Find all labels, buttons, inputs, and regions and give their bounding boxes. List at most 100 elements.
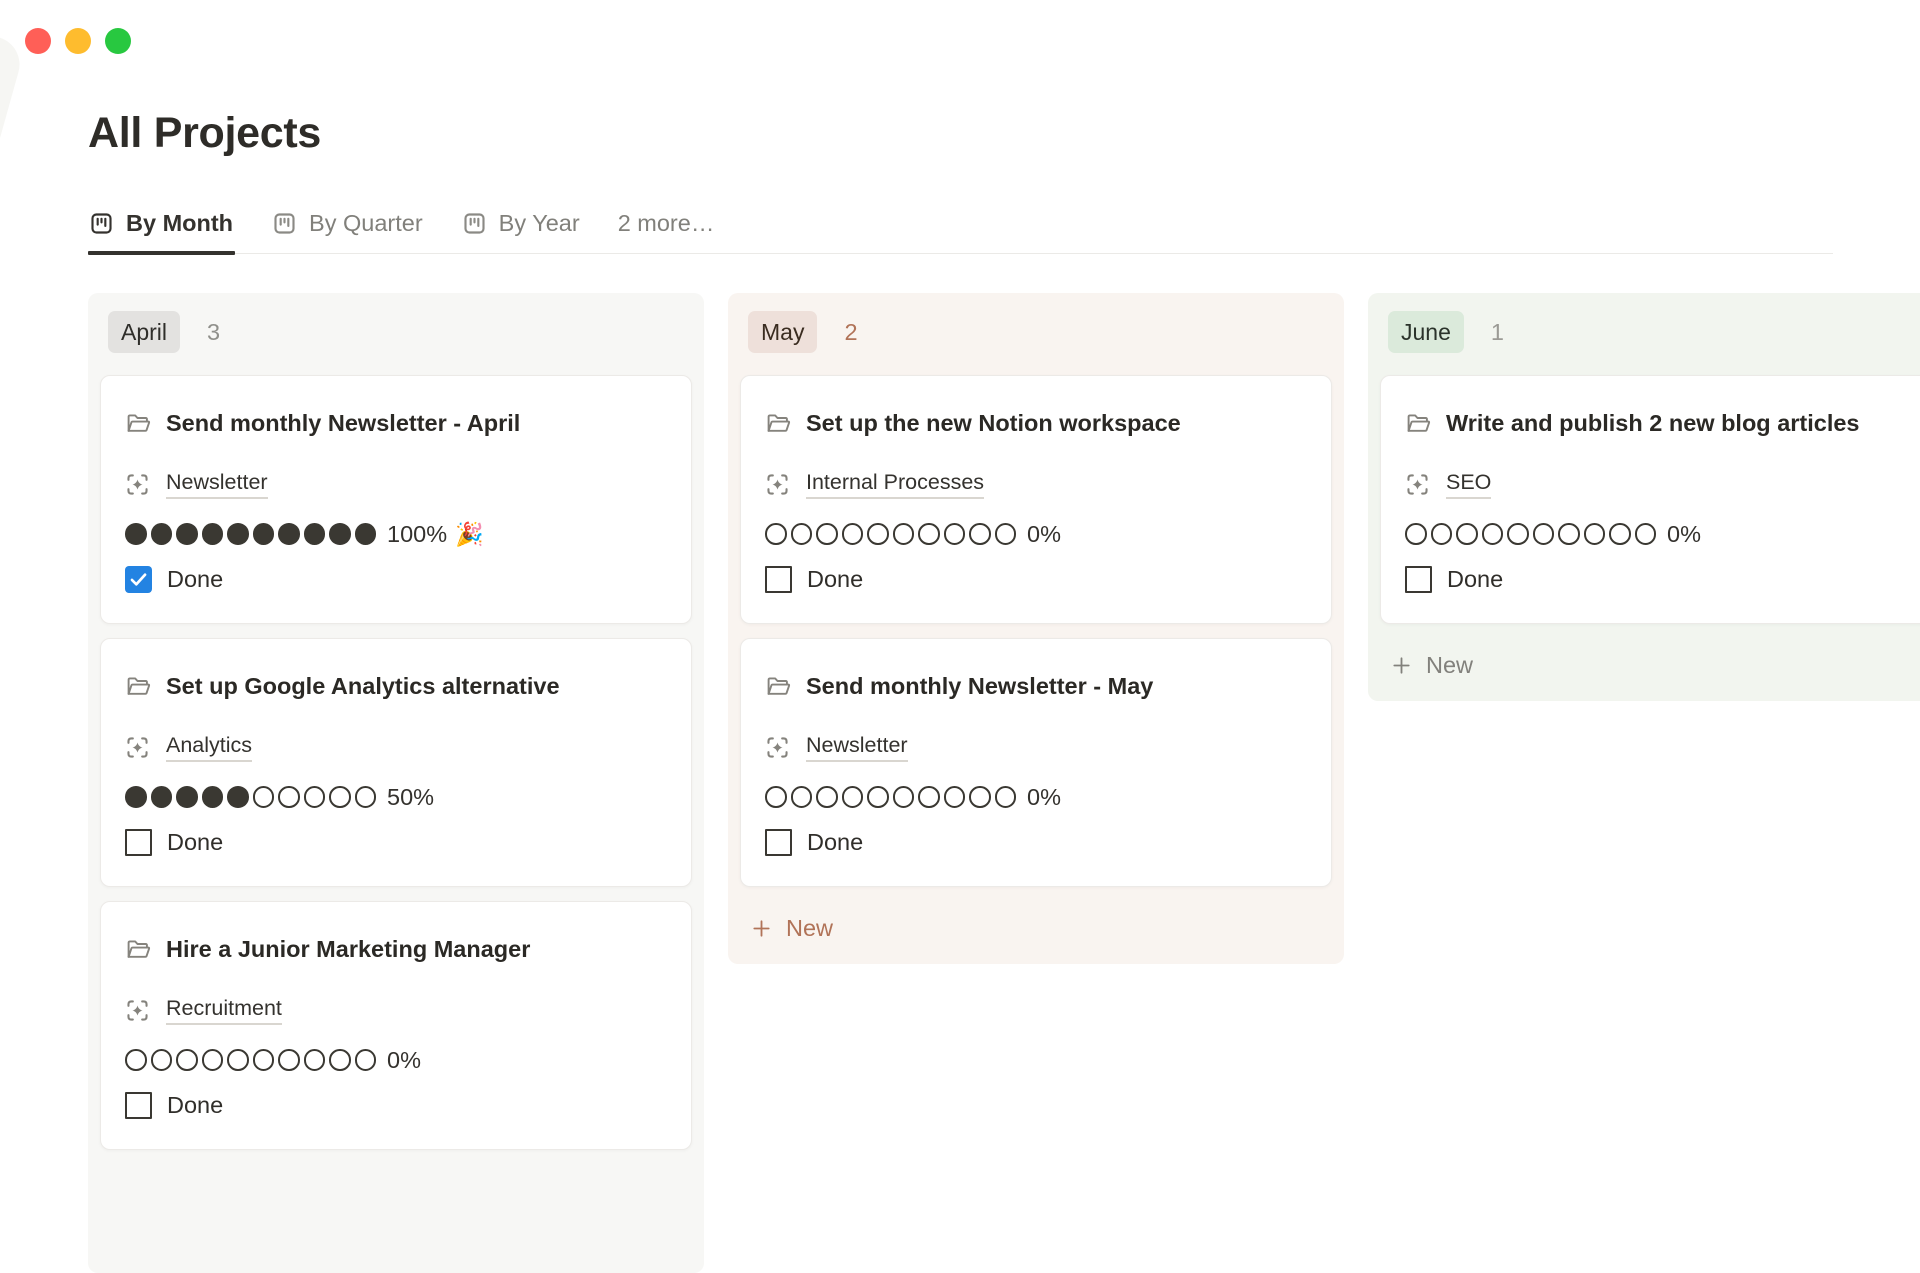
open-folder-icon bbox=[1405, 410, 1432, 437]
progress-dot-empty bbox=[253, 1049, 275, 1071]
progress-dot-empty bbox=[125, 1049, 147, 1071]
progress-percent: 50% bbox=[387, 784, 434, 811]
progress-dot-empty bbox=[1558, 523, 1580, 545]
done-row: Done bbox=[1405, 566, 1920, 593]
progress-dot-empty bbox=[944, 523, 966, 545]
progress-dot-empty bbox=[1482, 523, 1504, 545]
traffic-light-zoom[interactable] bbox=[105, 28, 131, 54]
progress-dot-empty bbox=[816, 786, 838, 808]
column-month-pill[interactable]: May bbox=[748, 311, 817, 353]
project-tag-link[interactable]: Newsletter bbox=[166, 470, 268, 499]
project-tag-link[interactable]: Newsletter bbox=[806, 733, 908, 762]
progress-dot-empty bbox=[867, 523, 889, 545]
open-folder-icon bbox=[765, 673, 792, 700]
view-tabs: By Month By Quarter By Year 2 more… bbox=[88, 210, 1833, 254]
done-label: Done bbox=[807, 829, 863, 856]
open-folder-icon bbox=[125, 673, 152, 700]
progress-dot-empty bbox=[278, 1049, 300, 1071]
tab-by-month[interactable]: By Month bbox=[88, 210, 233, 253]
progress-dot-empty bbox=[1609, 523, 1631, 545]
column-header: May 2 bbox=[748, 311, 1332, 353]
done-label: Done bbox=[807, 566, 863, 593]
done-row: Done bbox=[125, 1092, 667, 1119]
project-card[interactable]: Send monthly Newsletter - April Newslett… bbox=[100, 375, 692, 624]
progress-percent: 0% bbox=[1027, 784, 1061, 811]
project-card-title: Set up the new Notion workspace bbox=[806, 400, 1181, 447]
column-month-pill[interactable]: June bbox=[1388, 311, 1464, 353]
new-item-button[interactable]: New bbox=[750, 915, 1332, 942]
project-card-title: Write and publish 2 new blog articles bbox=[1446, 400, 1860, 447]
new-item-label: New bbox=[1426, 652, 1473, 679]
progress-dot-filled bbox=[304, 523, 326, 545]
column-card-count: 2 bbox=[844, 319, 857, 346]
progress-dot-empty bbox=[765, 523, 787, 545]
done-label: Done bbox=[167, 1092, 223, 1119]
done-checkbox[interactable] bbox=[125, 1092, 152, 1119]
open-folder-icon bbox=[765, 410, 792, 437]
column-header: June 1 bbox=[1388, 311, 1920, 353]
board-column-april: April 3 Send monthly Newsletter - April … bbox=[88, 293, 704, 1273]
progress-indicator: 0% bbox=[765, 522, 1307, 546]
project-target-icon bbox=[762, 469, 793, 500]
project-tag-link[interactable]: Recruitment bbox=[166, 996, 282, 1025]
progress-dot-filled bbox=[227, 523, 249, 545]
done-checkbox[interactable] bbox=[125, 566, 152, 593]
traffic-light-close[interactable] bbox=[25, 28, 51, 54]
project-card[interactable]: Send monthly Newsletter - May Newsletter… bbox=[740, 638, 1332, 887]
progress-dots bbox=[1405, 523, 1656, 545]
project-tag-link[interactable]: Internal Processes bbox=[806, 470, 984, 499]
progress-dot-empty bbox=[329, 786, 351, 808]
view-tab-label: By Month bbox=[126, 210, 233, 237]
column-card-count: 3 bbox=[207, 319, 220, 346]
progress-dot-filled bbox=[355, 523, 377, 545]
progress-dot-filled bbox=[253, 523, 275, 545]
progress-dot-empty bbox=[1533, 523, 1555, 545]
column-card-count: 1 bbox=[1491, 319, 1504, 346]
progress-dot-empty bbox=[944, 786, 966, 808]
progress-dots bbox=[125, 1049, 376, 1071]
celebration-emoji: 🎉 bbox=[455, 521, 484, 548]
progress-indicator: 0% bbox=[765, 785, 1307, 809]
progress-dot-empty bbox=[304, 1049, 326, 1071]
progress-dot-empty bbox=[202, 1049, 224, 1071]
card-title-row: Send monthly Newsletter - May bbox=[765, 663, 1307, 710]
board-column-june: June 1 Write and publish 2 new blog arti… bbox=[1368, 293, 1920, 701]
progress-dot-empty bbox=[253, 786, 275, 808]
progress-dot-empty bbox=[227, 1049, 249, 1071]
project-card[interactable]: Set up Google Analytics alternative Anal… bbox=[100, 638, 692, 887]
project-card[interactable]: Set up the new Notion workspace Internal… bbox=[740, 375, 1332, 624]
project-tag-link[interactable]: SEO bbox=[1446, 470, 1491, 499]
column-month-pill[interactable]: April bbox=[108, 311, 180, 353]
plus-icon bbox=[750, 917, 773, 940]
progress-dot-empty bbox=[995, 786, 1017, 808]
progress-dot-filled bbox=[176, 786, 198, 808]
progress-dots bbox=[765, 786, 1016, 808]
progress-dot-filled bbox=[329, 523, 351, 545]
done-label: Done bbox=[167, 566, 223, 593]
page-title: All Projects bbox=[88, 106, 1920, 160]
card-title-row: Hire a Junior Marketing Manager bbox=[125, 926, 667, 973]
traffic-light-minimize[interactable] bbox=[65, 28, 91, 54]
project-card[interactable]: Write and publish 2 new blog articles SE… bbox=[1380, 375, 1920, 624]
new-item-button[interactable]: New bbox=[1390, 652, 1920, 679]
progress-dot-empty bbox=[1635, 523, 1657, 545]
done-checkbox[interactable] bbox=[765, 829, 792, 856]
progress-dot-empty bbox=[278, 786, 300, 808]
done-checkbox[interactable] bbox=[1405, 566, 1432, 593]
progress-dot-empty bbox=[867, 786, 889, 808]
progress-dot-empty bbox=[918, 523, 940, 545]
project-card[interactable]: Hire a Junior Marketing Manager Recruitm… bbox=[100, 901, 692, 1150]
project-target-icon bbox=[1402, 469, 1433, 500]
tab-2-more[interactable]: 2 more… bbox=[618, 210, 715, 253]
tab-by-quarter[interactable]: By Quarter bbox=[271, 210, 423, 253]
progress-dot-filled bbox=[227, 786, 249, 808]
progress-dot-empty bbox=[1431, 523, 1453, 545]
project-tag-link[interactable]: Analytics bbox=[166, 733, 252, 762]
tab-by-year[interactable]: By Year bbox=[461, 210, 580, 253]
progress-dot-empty bbox=[842, 523, 864, 545]
open-folder-icon bbox=[125, 936, 152, 963]
progress-dots bbox=[125, 523, 376, 545]
done-checkbox[interactable] bbox=[765, 566, 792, 593]
new-item-label: New bbox=[786, 915, 833, 942]
done-checkbox[interactable] bbox=[125, 829, 152, 856]
